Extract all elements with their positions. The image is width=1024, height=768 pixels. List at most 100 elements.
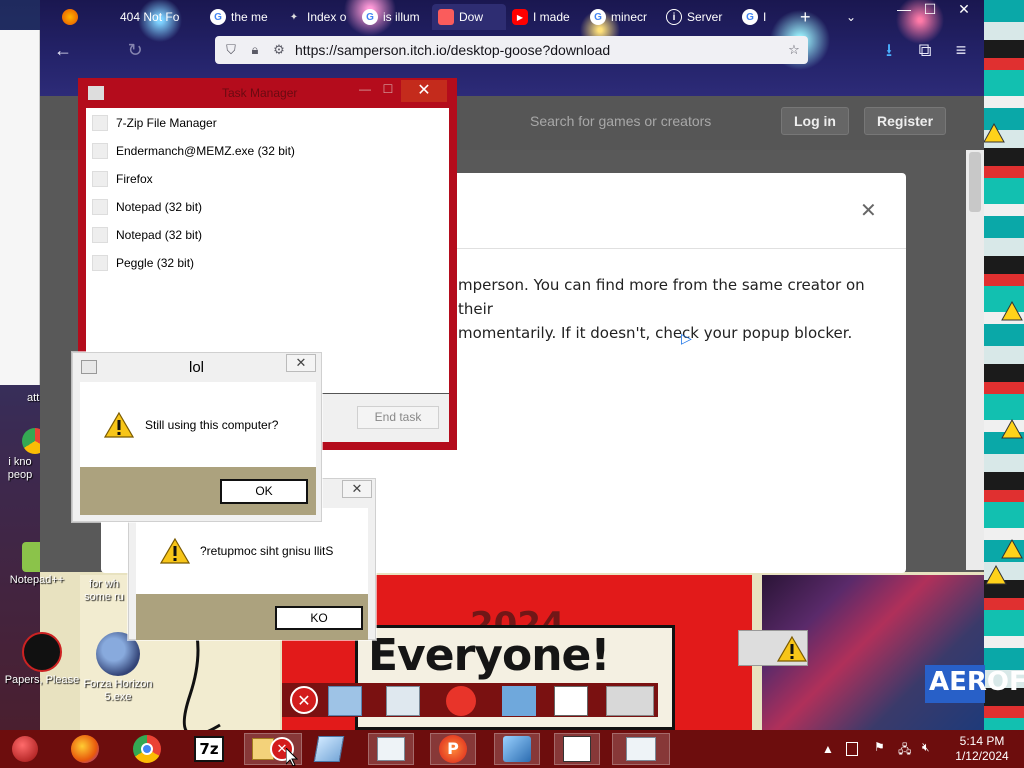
process-name: Firefox: [116, 172, 153, 186]
url-bar[interactable]: ⛉ 🔒︎ ⚙ https://samperson.itch.io/desktop…: [215, 36, 808, 64]
desktop-icon-papers-please[interactable]: Papers, Please: [4, 632, 80, 687]
tab-index-of[interactable]: ✦ Index o: [280, 4, 358, 30]
page-scrollbar[interactable]: [966, 150, 984, 570]
ghost-app-icon: [328, 686, 362, 716]
process-icon: [92, 143, 108, 159]
ghost-app-icon: [386, 686, 420, 716]
flag-icon[interactable]: ⚑: [874, 740, 885, 754]
process-icon: [92, 171, 108, 187]
taskbar-task-manager[interactable]: [368, 733, 414, 765]
taskbar-memz-window[interactable]: [554, 733, 600, 765]
taskbar-notepad[interactable]: [312, 733, 346, 765]
process-row[interactable]: Notepad (32 bit): [92, 195, 202, 219]
taskbar-chrome[interactable]: [130, 733, 164, 765]
lock-icon: 🔒︎: [251, 42, 259, 57]
tab-server[interactable]: i Server: [660, 4, 736, 30]
google-icon: G: [590, 9, 606, 25]
task-manager-icon: [88, 86, 104, 100]
back-button[interactable]: ←: [50, 38, 76, 62]
process-name: Peggle (32 bit): [116, 256, 195, 270]
close-window-button[interactable]: ✕: [944, 0, 984, 20]
itch-search-input[interactable]: Search for games or creators: [530, 113, 711, 129]
taskbar-clock[interactable]: 5:14 PM 1/12/2024: [950, 734, 1014, 764]
process-icon: [92, 227, 108, 243]
process-name: Notepad (32 bit): [116, 228, 203, 242]
7zip-icon: 7z: [194, 736, 224, 762]
plus-icon: +: [800, 6, 811, 27]
process-icon: [92, 199, 108, 215]
google-icon: G: [210, 9, 226, 25]
warning-icon: [160, 537, 190, 564]
tab-download-active[interactable]: Dow: [432, 4, 506, 30]
login-button[interactable]: Log in: [781, 107, 849, 135]
start-button[interactable]: [8, 733, 42, 765]
tab-label: Server: [687, 10, 723, 24]
network-icon[interactable]: 🖧︎: [898, 740, 911, 761]
show-hidden-icons[interactable]: ▲: [822, 742, 834, 756]
taskbar-peggle[interactable]: P: [430, 733, 476, 765]
end-task-button[interactable]: End task: [357, 406, 439, 429]
google-icon: G: [742, 9, 758, 25]
process-row[interactable]: Notepad (32 bit): [92, 223, 202, 247]
desktop-icon-label: Forza Horizon 5.exe: [83, 678, 153, 703]
taskbar-control-panel[interactable]: [494, 733, 540, 765]
tab-google[interactable]: G I: [736, 4, 792, 30]
tm-maximize-button[interactable]: ☐: [378, 82, 398, 100]
register-button[interactable]: Register: [864, 107, 947, 135]
tab-label: I made: [533, 10, 570, 24]
process-name: Endermanch@MEMZ.exe (32 bit): [116, 144, 295, 158]
info-icon: i: [666, 9, 682, 25]
taskbar-7zip[interactable]: 7z: [192, 733, 226, 765]
process-row[interactable]: Peggle (32 bit): [92, 251, 194, 275]
url-text: https://samperson.itch.io/desktop-goose?…: [295, 42, 611, 58]
tab-404[interactable]: 404 Not Fo: [114, 4, 204, 30]
tab-label: the me: [231, 10, 268, 24]
mouse-cursor: [286, 748, 298, 766]
ko-button[interactable]: KO: [275, 606, 363, 630]
tray-app-icon[interactable]: [846, 742, 858, 756]
process-row[interactable]: 7-Zip File Manager: [92, 111, 217, 135]
tab-is-illum[interactable]: G is illum: [356, 4, 432, 30]
tab-the-me[interactable]: G the me: [204, 4, 280, 30]
tab-list-button[interactable]: ⌄: [840, 4, 864, 30]
tab-label: Dow: [459, 10, 484, 24]
control-panel-icon: [503, 736, 531, 762]
tab-minecraft[interactable]: G minecr: [584, 4, 660, 30]
extensions-icon[interactable]: ⧉: [912, 38, 938, 62]
new-tab-button[interactable]: +: [794, 4, 818, 30]
menu-icon[interactable]: ≡: [948, 38, 974, 62]
process-row[interactable]: Endermanch@MEMZ.exe (32 bit): [92, 139, 295, 163]
reversed-dialog-close-button[interactable]: ✕: [342, 480, 372, 498]
modal-close-icon[interactable]: ✕: [860, 198, 877, 223]
ok-button[interactable]: OK: [220, 479, 308, 504]
star-icon[interactable]: ☆: [786, 42, 802, 58]
desktop-icon-label: Papers, Please: [4, 674, 80, 686]
warning-icon: [777, 635, 807, 662]
desktop-icon-forza[interactable]: Forza Horizon 5.exe: [80, 632, 156, 704]
downloads-icon[interactable]: ⭳: [876, 38, 902, 62]
chrome-icon: [133, 735, 161, 763]
tab-label: is illum: [383, 10, 420, 24]
tab-i-made[interactable]: ▶ I made: [506, 4, 584, 30]
window-icon: [563, 736, 591, 762]
ad-choices-icon[interactable]: ▷: [681, 330, 692, 347]
scrollbar-thumb[interactable]: [969, 152, 981, 212]
firefox-icon: [62, 9, 78, 25]
taskbar-task-manager-2[interactable]: [612, 733, 670, 765]
ghost-app-icon: [502, 686, 536, 716]
shield-icon: ⛉: [226, 42, 236, 57]
tm-close-button[interactable]: ✕: [401, 80, 447, 102]
google-icon: G: [362, 9, 378, 25]
lol-dialog-close-button[interactable]: ✕: [286, 354, 316, 372]
dialog-app-icon: [81, 360, 97, 374]
modal-message: mperson. You can find more from the same…: [458, 273, 898, 345]
reload-button[interactable]: ↻: [122, 38, 148, 62]
ghost-warning-box: [738, 630, 808, 666]
tm-minimize-button[interactable]: —: [355, 82, 375, 100]
taskbar-firefox[interactable]: [68, 733, 102, 765]
volume-icon[interactable]: 🔇︎: [922, 740, 930, 755]
tab-firefox[interactable]: [56, 4, 84, 30]
process-row[interactable]: Firefox: [92, 167, 153, 191]
error-icon: ✕: [290, 686, 318, 714]
chevron-down-icon: ⌄: [846, 10, 857, 24]
